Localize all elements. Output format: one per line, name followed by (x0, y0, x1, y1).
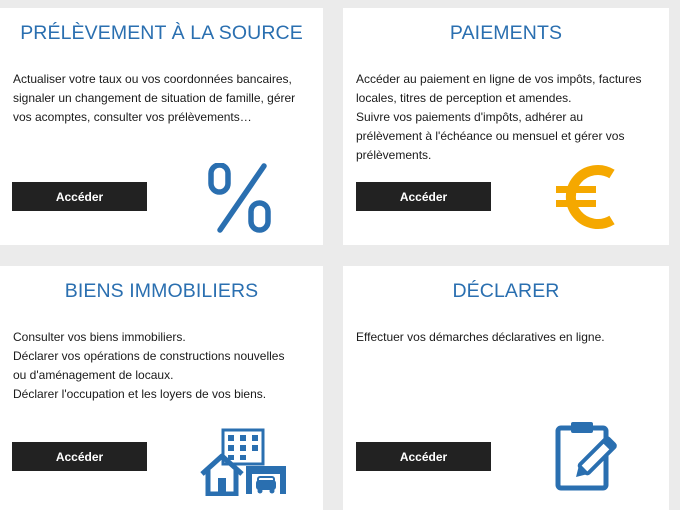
card-paiements: PAIEMENTS Accéder au paiement en ligne d… (343, 8, 669, 245)
card-title: BIENS IMMOBILIERS (64, 280, 259, 302)
acceder-button[interactable]: Accéder (356, 182, 491, 211)
card-description: Actualiser votre taux ou vos coordonnées… (13, 70, 313, 127)
card-description: Consulter vos biens immobiliers. Déclare… (13, 328, 313, 404)
desc-line: prélèvements. (356, 148, 432, 162)
desc-line: ou d'aménagement de locaux. (13, 368, 174, 382)
desc-line: Actualiser votre taux ou vos coordonnées… (13, 72, 292, 86)
acceder-button[interactable]: Accéder (12, 442, 147, 471)
card-prelevement: PRÉLÈVEMENT À LA SOURCE Actualiser votre… (0, 8, 323, 245)
card-biens-immobiliers: BIENS IMMOBILIERS Consulter vos biens im… (0, 266, 323, 510)
desc-line: signaler un changement de situation de f… (13, 91, 296, 105)
services-grid: PRÉLÈVEMENT À LA SOURCE Actualiser votre… (0, 0, 680, 510)
percent-icon (208, 163, 271, 233)
desc-line: Déclarer l'occupation et les loyers de v… (13, 387, 267, 401)
desc-line: Effectuer vos démarches déclaratives en … (356, 330, 605, 344)
card-title: PRÉLÈVEMENT À LA SOURCE (20, 22, 303, 44)
desc-line: locales, titres de perception et amendes… (356, 91, 572, 105)
desc-line: Suivre vos paiements d'impôts, adhérer a… (356, 110, 584, 124)
acceder-button[interactable]: Accéder (12, 182, 147, 211)
desc-line: Consulter vos biens immobiliers. (13, 330, 186, 344)
desc-line: prélèvement à l'échéance ou mensuel et g… (356, 129, 625, 143)
card-description: Accéder au paiement en ligne de vos impô… (356, 70, 659, 165)
card-description: Effectuer vos démarches déclaratives en … (356, 328, 659, 347)
desc-line: vos acomptes, consulter vos prélèvements… (13, 110, 252, 124)
buildings-icon (200, 428, 286, 496)
desc-line: Accéder au paiement en ligne de vos impô… (356, 72, 642, 86)
desc-line: Déclarer vos opérations de constructions… (13, 349, 285, 363)
clipboard-pen-icon (555, 422, 617, 491)
acceder-button[interactable]: Accéder (356, 442, 491, 471)
card-title: PAIEMENTS (449, 22, 563, 44)
card-declarer: DÉCLARER Effectuer vos démarches déclara… (343, 266, 669, 510)
euro-icon (556, 165, 615, 229)
card-title: DÉCLARER (452, 280, 560, 302)
